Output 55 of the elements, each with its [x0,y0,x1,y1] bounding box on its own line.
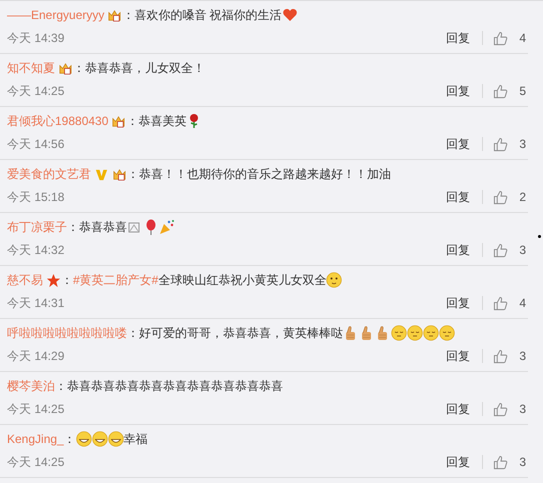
comment-text: 恭喜美英 [138,112,186,130]
comment-text: 好可爱的哥哥，恭喜恭喜，黄英棒棒哒 [139,324,343,342]
comment-time: 今天 14:25 [7,454,66,470]
colon: ： [122,6,134,24]
reply-link[interactable]: 回复 [446,82,470,100]
like-count: 4 [518,296,526,310]
like-count: 3 [518,137,526,151]
like-count: 3 [518,243,526,257]
comment-time: 今天 14:56 [7,136,66,152]
comment-text: 恭喜！！也期待你的音乐之路越来越好！！加油 [139,166,391,182]
comment-text: 恭喜恭喜，儿女双全！ [85,60,205,76]
reply-link[interactable]: 回复 [446,348,470,364]
user-name[interactable]: 君倾我心19880430 [7,112,108,130]
user-name[interactable]: KengJing_ [7,432,64,446]
colon: ： [64,430,76,448]
like-count: 5 [518,84,526,98]
comment-text: 恭喜恭喜 [79,218,127,236]
colon: ： [73,60,85,76]
user-name[interactable]: 樱芩美泊 [7,378,55,394]
comment-text: 全球映山红恭祝小黄英儿女双全 [158,272,326,288]
reply-link[interactable]: 回复 [446,30,470,46]
reply-link[interactable]: 回复 [446,400,470,418]
topic-link[interactable]: #黄英二胎产女# [73,272,158,288]
reply-link[interactable]: 回复 [446,136,470,152]
comment-text: 恭喜恭喜恭喜恭喜恭喜恭喜恭喜恭喜恭喜 [67,378,283,394]
user-name[interactable]: 慈不易 [7,272,43,288]
comment-time: 今天 14:29 [7,348,66,364]
comment-time: 今天 14:32 [7,242,66,258]
reply-link[interactable]: 回复 [446,188,470,206]
user-name[interactable]: 呼啦啦啦啦啦啦啦啦喽 [7,324,127,342]
reply-link[interactable]: 回复 [446,242,470,258]
comment-time: 今天 14:25 [7,82,66,100]
user-name[interactable]: ——Energyueryyy [7,8,104,22]
comment-time: 今天 14:39 [7,30,66,46]
comment-text: 喜欢你的嗓音 祝福你的生活 [134,6,282,24]
like-count: 3 [518,455,526,469]
like-count: 3 [518,349,526,363]
comment-time: 今天 14:31 [7,294,66,312]
user-name[interactable]: 知不知夏 [7,60,55,76]
reply-link[interactable]: 回复 [446,454,470,470]
colon: ： [127,324,139,342]
comment-time: 今天 14:25 [7,400,66,418]
comment-time: 今天 15:18 [7,188,66,206]
reply-link[interactable]: 回复 [446,294,470,312]
like-count: 3 [518,402,526,416]
like-count: 2 [518,190,526,204]
colon: ： [126,112,138,130]
user-name[interactable]: 布丁凉栗子 [7,218,67,236]
user-name[interactable]: 爱美食的文艺君 [7,166,91,182]
colon: ： [55,378,67,394]
like-count: 4 [518,31,526,45]
colon: ： [67,218,79,236]
colon: ： [127,166,139,182]
comment-text: 幸福 [124,430,148,448]
colon: ： [61,272,73,288]
